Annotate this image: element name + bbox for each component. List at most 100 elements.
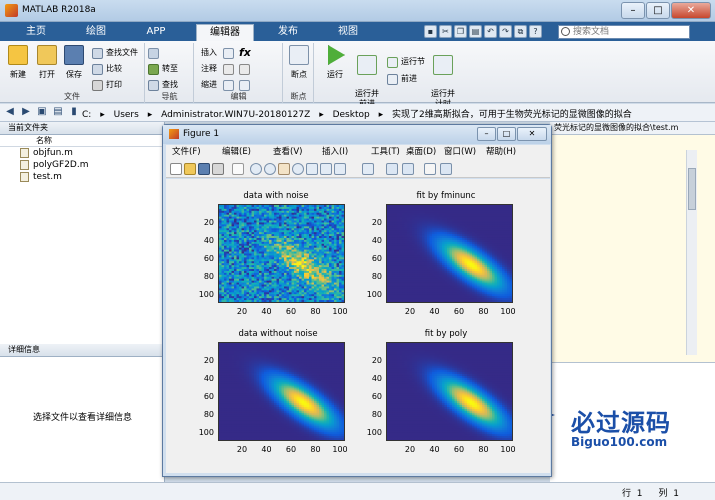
browse-folder-icon[interactable]: ▤: [52, 106, 64, 118]
menu-insert[interactable]: 插入(I): [322, 145, 348, 160]
insert-section-button[interactable]: [223, 46, 237, 60]
find-files-button[interactable]: 查找文件: [92, 46, 138, 60]
menu-desktop[interactable]: 桌面(D): [406, 145, 436, 160]
run-and-time-button[interactable]: 运行并 计时: [429, 45, 457, 109]
save-button[interactable]: 保存: [60, 45, 88, 80]
decrease-indent-button[interactable]: [239, 78, 253, 92]
file-item[interactable]: objfun.m: [0, 147, 164, 159]
compare-button[interactable]: 比较: [92, 62, 122, 76]
insert-colorbar-icon[interactable]: [386, 163, 398, 175]
pan-hand-icon[interactable]: [278, 163, 290, 175]
close-icon[interactable]: ✕: [671, 2, 711, 19]
figure-maximize-icon[interactable]: □: [497, 127, 516, 141]
subplot-data-with-noise[interactable]: [218, 204, 345, 303]
breakpoints-button[interactable]: 断点: [285, 45, 313, 80]
cut-icon[interactable]: ✂: [439, 25, 452, 38]
comment-remove-button[interactable]: [239, 62, 253, 76]
print-button[interactable]: 打印: [92, 78, 122, 92]
zoom-out-icon[interactable]: [264, 163, 276, 175]
maximize-icon[interactable]: □: [646, 2, 670, 19]
tab-plots[interactable]: 绘图: [76, 24, 116, 41]
menu-tools[interactable]: 工具(T): [371, 145, 400, 160]
insert-legend-icon[interactable]: [402, 163, 414, 175]
goto-button[interactable]: 转至: [148, 62, 178, 76]
zoom-in-icon[interactable]: [250, 163, 262, 175]
scrollbar-thumb[interactable]: [688, 168, 696, 210]
rotate-3d-icon[interactable]: [292, 163, 304, 175]
up-folder-icon[interactable]: ▣: [36, 106, 48, 118]
path-segment[interactable]: Administrator.WIN7U-20180127Z: [161, 110, 310, 120]
subplot-fit-by-poly[interactable]: [386, 342, 513, 441]
show-plot-tools-icon[interactable]: [440, 163, 452, 175]
folder-path[interactable]: C: ▸ Users ▸ Administrator.WIN7U-2018012…: [82, 107, 638, 120]
brush-icon[interactable]: [320, 163, 332, 175]
path-segment[interactable]: C:: [82, 110, 91, 120]
navigate-arrows[interactable]: [148, 46, 162, 60]
figure-title-bar[interactable]: Figure 1 – □ ✕: [163, 125, 551, 144]
menu-window[interactable]: 窗口(W): [444, 145, 476, 160]
indent-button[interactable]: 缩进: [199, 78, 217, 92]
subplot-fit-by-fminunc[interactable]: [386, 204, 513, 303]
run-and-advance-button[interactable]: 运行并 前进: [353, 45, 381, 109]
y-tick-label: 100: [366, 290, 382, 299]
run-advance-icon: [357, 55, 377, 75]
tab-publish[interactable]: 发布: [268, 24, 308, 41]
figure-minimize-icon[interactable]: –: [477, 127, 496, 141]
find-button[interactable]: 查找: [148, 78, 178, 92]
save-figure-icon[interactable]: [198, 163, 210, 175]
print-figure-icon[interactable]: [212, 163, 224, 175]
run-button[interactable]: 运行: [321, 45, 349, 80]
open-button[interactable]: 打开: [33, 45, 61, 80]
menu-view[interactable]: 查看(V): [273, 145, 302, 160]
breakpoints-group: 断点 断点: [284, 43, 314, 103]
pointer-icon[interactable]: [232, 163, 244, 175]
open-file-icon[interactable]: [184, 163, 196, 175]
tab-editor[interactable]: 编辑器: [196, 24, 254, 41]
figure-canvas[interactable]: data with noise fit by fminunc data with…: [166, 179, 550, 473]
tab-home[interactable]: 主页: [16, 24, 56, 41]
figure-window[interactable]: Figure 1 – □ ✕ 文件(F) 编辑(E) 查看(V) 插入(I) 工…: [162, 124, 552, 477]
fx-icon[interactable]: fx: [239, 46, 251, 60]
hide-plot-tools-icon[interactable]: [424, 163, 436, 175]
folder-icon[interactable]: ▮: [68, 106, 80, 118]
menu-file[interactable]: 文件(F): [172, 145, 201, 160]
menu-edit[interactable]: 编辑(E): [222, 145, 251, 160]
redo-icon[interactable]: ↷: [499, 25, 512, 38]
smart-indent-button[interactable]: [223, 78, 237, 92]
new-button[interactable]: 新建: [4, 45, 32, 80]
tab-view[interactable]: 视图: [328, 24, 368, 41]
forward-icon[interactable]: ▶: [20, 106, 32, 118]
current-folder-title: 当前文件夹: [0, 122, 164, 135]
back-icon[interactable]: ◀: [4, 106, 16, 118]
tab-apps[interactable]: APP: [136, 24, 176, 41]
path-segment[interactable]: Desktop: [333, 110, 370, 120]
comment-add-button[interactable]: [223, 62, 237, 76]
brush-dropdown-icon[interactable]: [334, 163, 346, 175]
figure-close-icon[interactable]: ✕: [517, 127, 547, 141]
insert-button[interactable]: 插入: [199, 46, 217, 60]
y-tick-label: 80: [371, 410, 382, 419]
data-cursor-icon[interactable]: [306, 163, 318, 175]
advance-button[interactable]: 前进: [387, 72, 417, 86]
save-icon[interactable]: ▪: [424, 25, 437, 38]
new-figure-icon[interactable]: [170, 163, 182, 175]
copy-icon[interactable]: ❐: [454, 25, 467, 38]
help-icon[interactable]: ?: [529, 25, 542, 38]
minimize-icon[interactable]: –: [621, 2, 645, 19]
path-segment[interactable]: Users: [114, 110, 139, 120]
name-column-header[interactable]: 名称: [0, 135, 164, 147]
file-item[interactable]: test.m: [0, 171, 164, 183]
undo-icon[interactable]: ↶: [484, 25, 497, 38]
editor-scrollbar[interactable]: [686, 150, 697, 355]
file-item[interactable]: polyGF2D.m: [0, 159, 164, 171]
editor-tab[interactable]: 荧光标记的显微图像的拟合\test.m: [550, 122, 715, 135]
comment-button[interactable]: 注释: [199, 62, 217, 76]
paste-icon[interactable]: ▤: [469, 25, 482, 38]
run-section-button[interactable]: 运行节: [387, 55, 425, 69]
menu-help[interactable]: 帮助(H): [486, 145, 516, 160]
link-plot-icon[interactable]: [362, 163, 374, 175]
switch-windows-icon[interactable]: ⧉: [514, 25, 527, 38]
search-input[interactable]: 搜索文档: [558, 25, 690, 39]
path-segment[interactable]: 实现了2维高斯拟合，可用于生物荧光标记的显微图像的拟合: [392, 110, 632, 120]
subplot-data-without-noise[interactable]: [218, 342, 345, 441]
